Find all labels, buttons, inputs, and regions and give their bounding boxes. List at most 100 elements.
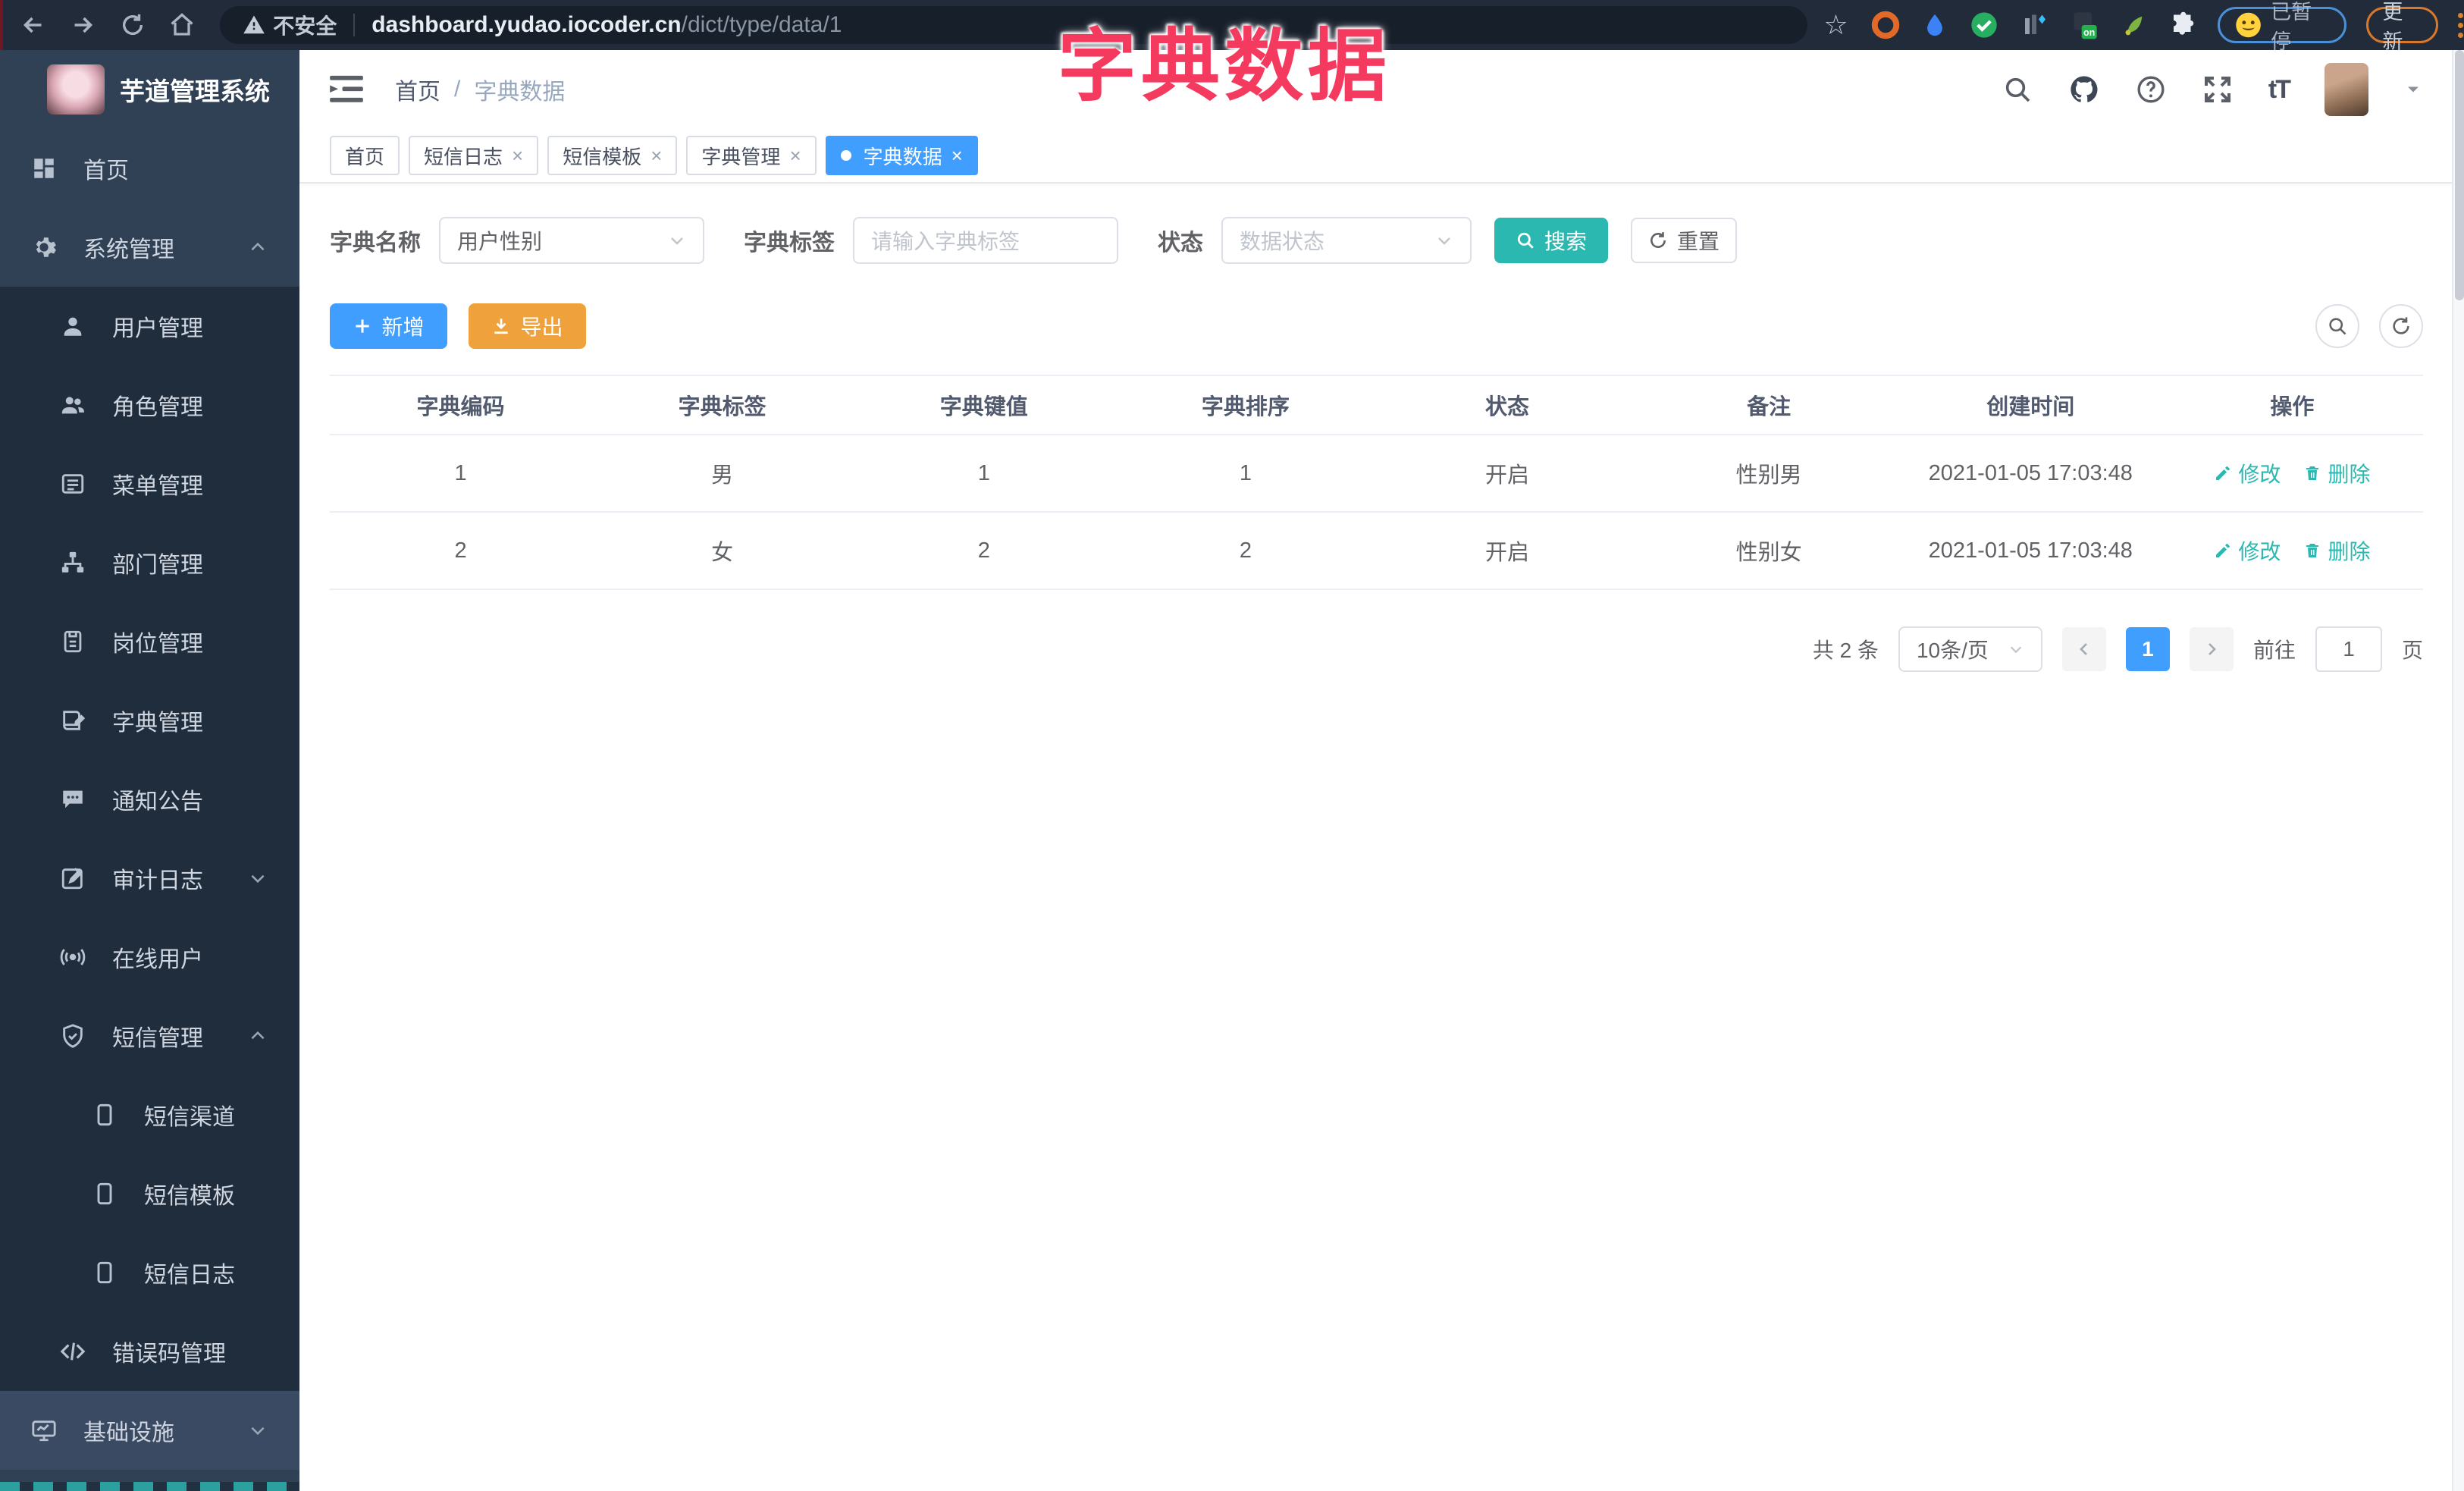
extension-on-badge-icon[interactable]: on <box>2069 10 2099 40</box>
tag-sms-log[interactable]: 短信日志 × <box>409 136 539 175</box>
pagination: 共 2 条 10条/页 1 前往 页 <box>330 626 2423 672</box>
back-icon[interactable] <box>17 8 50 42</box>
sidebar-item-online-users[interactable]: 在线用户 <box>0 918 299 997</box>
sidebar-item-infrastructure[interactable]: 基础设施 <box>0 1391 299 1470</box>
paused-label: 已暂停 <box>2271 1 2312 53</box>
breadcrumb: 首页 / 字典数据 <box>395 73 565 106</box>
cell-value: 2 <box>977 538 990 563</box>
profile-paused-pill[interactable]: 已暂停 <box>2218 1 2347 53</box>
sidebar-item-sms-log[interactable]: 短信日志 <box>0 1233 299 1312</box>
shield-check-icon <box>59 1022 86 1050</box>
trash-icon <box>2306 466 2319 480</box>
page-unit-label: 页 <box>2401 639 2423 662</box>
sidebar-item-menu-mgmt[interactable]: 菜单管理 <box>0 444 299 523</box>
header-actions: tT <box>2002 63 2423 116</box>
user-avatar[interactable] <box>2324 63 2368 116</box>
next-page-button[interactable] <box>2189 627 2234 671</box>
sidebar-item-sms-channel[interactable]: 短信渠道 <box>0 1075 299 1154</box>
sidebar-item-audit-log[interactable]: 审计日志 <box>0 839 299 918</box>
sidebar-item-dict-mgmt[interactable]: 字典管理 <box>0 681 299 760</box>
sidebar-item-user-mgmt[interactable]: 用户管理 <box>0 287 299 366</box>
page-number-current[interactable]: 1 <box>2125 627 2170 671</box>
page-size-select[interactable]: 10条/页 <box>1898 626 2042 672</box>
sidebar-item-home[interactable]: 首页 <box>0 129 299 208</box>
bottom-scroll-artifact <box>0 1482 334 1491</box>
bookmark-star-icon[interactable]: ☆ <box>1821 9 1851 40</box>
page-scrollbar[interactable] <box>2452 50 2464 1491</box>
font-size-icon[interactable]: tT <box>2268 75 2291 105</box>
dict-name-select[interactable]: 用户性别 <box>439 217 704 264</box>
tag-sms-template[interactable]: 短信模板 × <box>547 136 678 175</box>
delete-link[interactable]: 删除 <box>2303 535 2370 566</box>
close-icon[interactable]: × <box>951 144 963 168</box>
phone-icon <box>91 1101 118 1128</box>
sidebar-menu: 首页 系统管理 用户管理 角色管理 菜单管理 部门管理 岗位管理 字典管理 通知… <box>0 129 299 1470</box>
home-icon[interactable] <box>166 8 199 42</box>
export-button[interactable]: 导出 <box>469 303 586 349</box>
close-icon[interactable]: × <box>512 144 523 168</box>
fullscreen-icon[interactable] <box>2202 74 2234 105</box>
search-icon[interactable] <box>2002 74 2033 105</box>
sidebar-item-system-mgmt[interactable]: 系统管理 <box>0 208 299 287</box>
extension-check-icon[interactable] <box>1969 10 1999 40</box>
edit-link[interactable]: 修改 <box>2214 458 2281 488</box>
close-icon[interactable]: × <box>650 144 662 168</box>
not-secure-warning[interactable]: 不安全 <box>243 10 337 40</box>
table-row[interactable]: 2 女 2 2 开启 性别女 2021-01-05 17:03:48 修改 删除 <box>330 513 2423 590</box>
refresh-icon <box>1651 232 1666 248</box>
goto-label: 前往 <box>2252 639 2296 662</box>
table-row[interactable]: 1 男 1 1 开启 性别男 2021-01-05 17:03:48 修改 删除 <box>330 435 2423 513</box>
message-icon <box>59 786 86 813</box>
tag-dict-mgmt[interactable]: 字典管理 × <box>686 136 817 175</box>
dict-label-input[interactable]: 请输入字典标签 <box>853 217 1118 264</box>
extension-drop-icon[interactable] <box>1920 10 1949 40</box>
update-label: 更新 <box>2382 1 2403 53</box>
edit-link[interactable]: 修改 <box>2214 535 2281 566</box>
breadcrumb-home[interactable]: 首页 <box>395 73 440 106</box>
reload-icon[interactable] <box>116 8 149 42</box>
browser-menu-icon[interactable] <box>2458 12 2464 38</box>
forward-icon[interactable] <box>67 8 100 42</box>
url-bar[interactable]: 不安全 dashboard.yudao.iocoder.cn/dict/type… <box>220 6 1807 44</box>
help-icon[interactable] <box>2135 74 2167 105</box>
search-button[interactable]: 搜索 <box>1494 218 1608 263</box>
tag-dict-data-active[interactable]: 字典数据 × <box>825 136 978 175</box>
extension-orange-icon[interactable] <box>1870 10 1900 40</box>
sidebar-item-errorcode-mgmt[interactable]: 错误码管理 <box>0 1312 299 1391</box>
close-icon[interactable]: × <box>789 144 801 168</box>
recording-edge-marker <box>0 0 3 50</box>
sidebar-item-sms-template[interactable]: 短信模板 <box>0 1154 299 1233</box>
sidebar-item-dept-mgmt[interactable]: 部门管理 <box>0 523 299 602</box>
add-button[interactable]: 新增 <box>330 303 447 349</box>
col-header: 字典标签 <box>678 395 766 419</box>
extension-leaf-icon[interactable] <box>2119 10 2149 40</box>
toggle-search-button[interactable] <box>2315 304 2359 348</box>
sidebar-item-post-mgmt[interactable]: 岗位管理 <box>0 602 299 681</box>
chevron-up-icon <box>248 1026 268 1046</box>
app-logo-row[interactable]: 芋道管理系统 <box>0 50 299 129</box>
col-header: 备注 <box>1747 395 1792 419</box>
tag-home[interactable]: 首页 <box>330 136 400 175</box>
scrollbar-thumb[interactable] <box>2455 50 2464 300</box>
extension-bars-icon[interactable] <box>2019 10 2049 40</box>
sidebar-item-notice[interactable]: 通知公告 <box>0 760 299 839</box>
search-icon <box>1517 232 1534 249</box>
sidebar-collapse-icon[interactable] <box>330 74 363 105</box>
prev-page-button[interactable] <box>2061 627 2106 671</box>
sidebar-item-sms-mgmt[interactable]: 短信管理 <box>0 997 299 1075</box>
browser-update-button[interactable]: 更新 <box>2366 1 2439 53</box>
log-icon <box>59 865 86 892</box>
reset-button[interactable]: 重置 <box>1631 218 1737 263</box>
status-select[interactable]: 数据状态 <box>1221 217 1472 264</box>
chevron-down-icon <box>2008 641 2024 658</box>
delete-link[interactable]: 删除 <box>2303 458 2370 488</box>
table-header-row: 字典编码 字典标签 字典键值 字典排序 状态 备注 创建时间 操作 <box>330 376 2423 435</box>
download-icon <box>494 319 509 334</box>
github-icon[interactable] <box>2068 74 2100 105</box>
refresh-table-button[interactable] <box>2379 304 2423 348</box>
extensions-puzzle-icon[interactable] <box>2168 10 2198 40</box>
goto-page-input[interactable] <box>2315 626 2382 672</box>
chevron-down-icon[interactable] <box>2403 80 2423 99</box>
tags-view-bar: 首页 短信日志 × 短信模板 × 字典管理 × 字典数据 × <box>299 129 2453 184</box>
sidebar-item-role-mgmt[interactable]: 角色管理 <box>0 366 299 444</box>
